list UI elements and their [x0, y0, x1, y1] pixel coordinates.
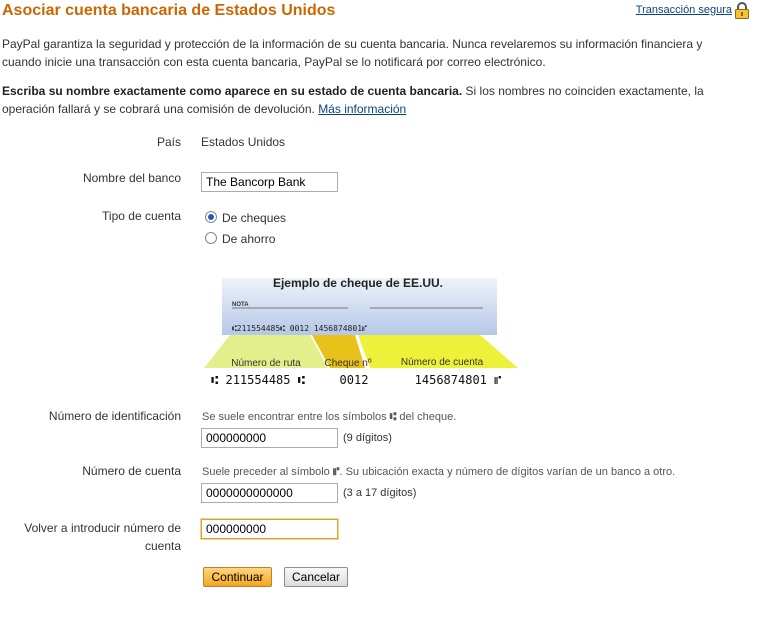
routing-number-sample: ⑆ 211554485 ⑆ — [211, 373, 305, 387]
account-hint-pre: Suele preceder al símbolo — [202, 466, 330, 478]
country-label: País — [156, 135, 181, 149]
routing-digits-note: (9 dígitos) — [343, 432, 392, 444]
bank-name-input[interactable] — [201, 172, 338, 192]
account-hint-post: . Su ubicación exacta y número de dígito… — [339, 466, 676, 478]
account-number-sample: 1456874801 ⑈ — [415, 373, 502, 387]
secure-transaction-link[interactable]: Transacción segura — [636, 4, 732, 16]
page-title: Asociar cuenta bancaria de Estados Unido… — [2, 2, 336, 19]
routing-number-label: Número de identificación — [48, 409, 181, 423]
check-memo-label: NOTA — [232, 302, 249, 308]
cancel-button[interactable]: Cancelar — [284, 567, 348, 587]
name-warning: Escriba su nombre exactamente como apare… — [2, 82, 742, 118]
radio-checking-label[interactable]: De cheques — [222, 211, 286, 225]
radio-checking[interactable] — [205, 211, 217, 223]
routing-number-input[interactable] — [201, 428, 338, 448]
country-value: Estados Unidos — [201, 135, 286, 149]
routing-hint-post: del cheque. — [399, 411, 457, 423]
reenter-account-label: Volver a introducir número de cuenta — [24, 519, 181, 555]
check-example-illustration: Ejemplo de cheque de EE.UU. NOTA ⑆211554… — [204, 276, 518, 387]
intro-text: PayPal garantiza la seguridad y protecci… — [2, 37, 703, 69]
warning-bold-text: Escriba su nombre exactamente como apare… — [2, 84, 463, 98]
reenter-label-line1: Volver a introducir número de — [24, 521, 181, 535]
continue-button[interactable]: Continuar — [203, 567, 272, 587]
radio-savings-label[interactable]: De ahorro — [222, 232, 275, 246]
routing-tab-label: Número de ruta — [231, 358, 301, 369]
account-number-input[interactable] — [201, 483, 338, 503]
check-micr-line: ⑆211554485⑆ 0012 1456874801⑈ — [232, 324, 367, 333]
transit-symbol-icon: ⑆ — [389, 410, 397, 423]
reenter-label-line2: cuenta — [144, 539, 181, 553]
check-number-tab-label: Cheque nº — [324, 358, 371, 369]
bank-name-label: Nombre del banco — [82, 171, 181, 185]
account-type-label: Tipo de cuenta — [102, 209, 181, 223]
more-info-link[interactable]: Más información — [318, 102, 406, 116]
account-digits-note: (3 a 17 dígitos) — [343, 487, 417, 499]
reenter-account-input[interactable] — [201, 519, 338, 539]
routing-hint: Se suele encontrar entre los símbolos ⑆ … — [202, 410, 456, 423]
padlock-icon — [735, 2, 749, 19]
radio-savings[interactable] — [205, 232, 217, 244]
account-hint: Suele preceder al símbolo ⑈. Su ubicació… — [202, 465, 675, 478]
check-number-sample: 0012 — [340, 373, 369, 387]
check-title: Ejemplo de cheque de EE.UU. — [273, 276, 443, 290]
routing-hint-pre: Se suele encontrar entre los símbolos — [202, 411, 387, 423]
account-tab-label: Número de cuenta — [401, 357, 484, 368]
account-number-label: Número de cuenta — [82, 464, 181, 478]
